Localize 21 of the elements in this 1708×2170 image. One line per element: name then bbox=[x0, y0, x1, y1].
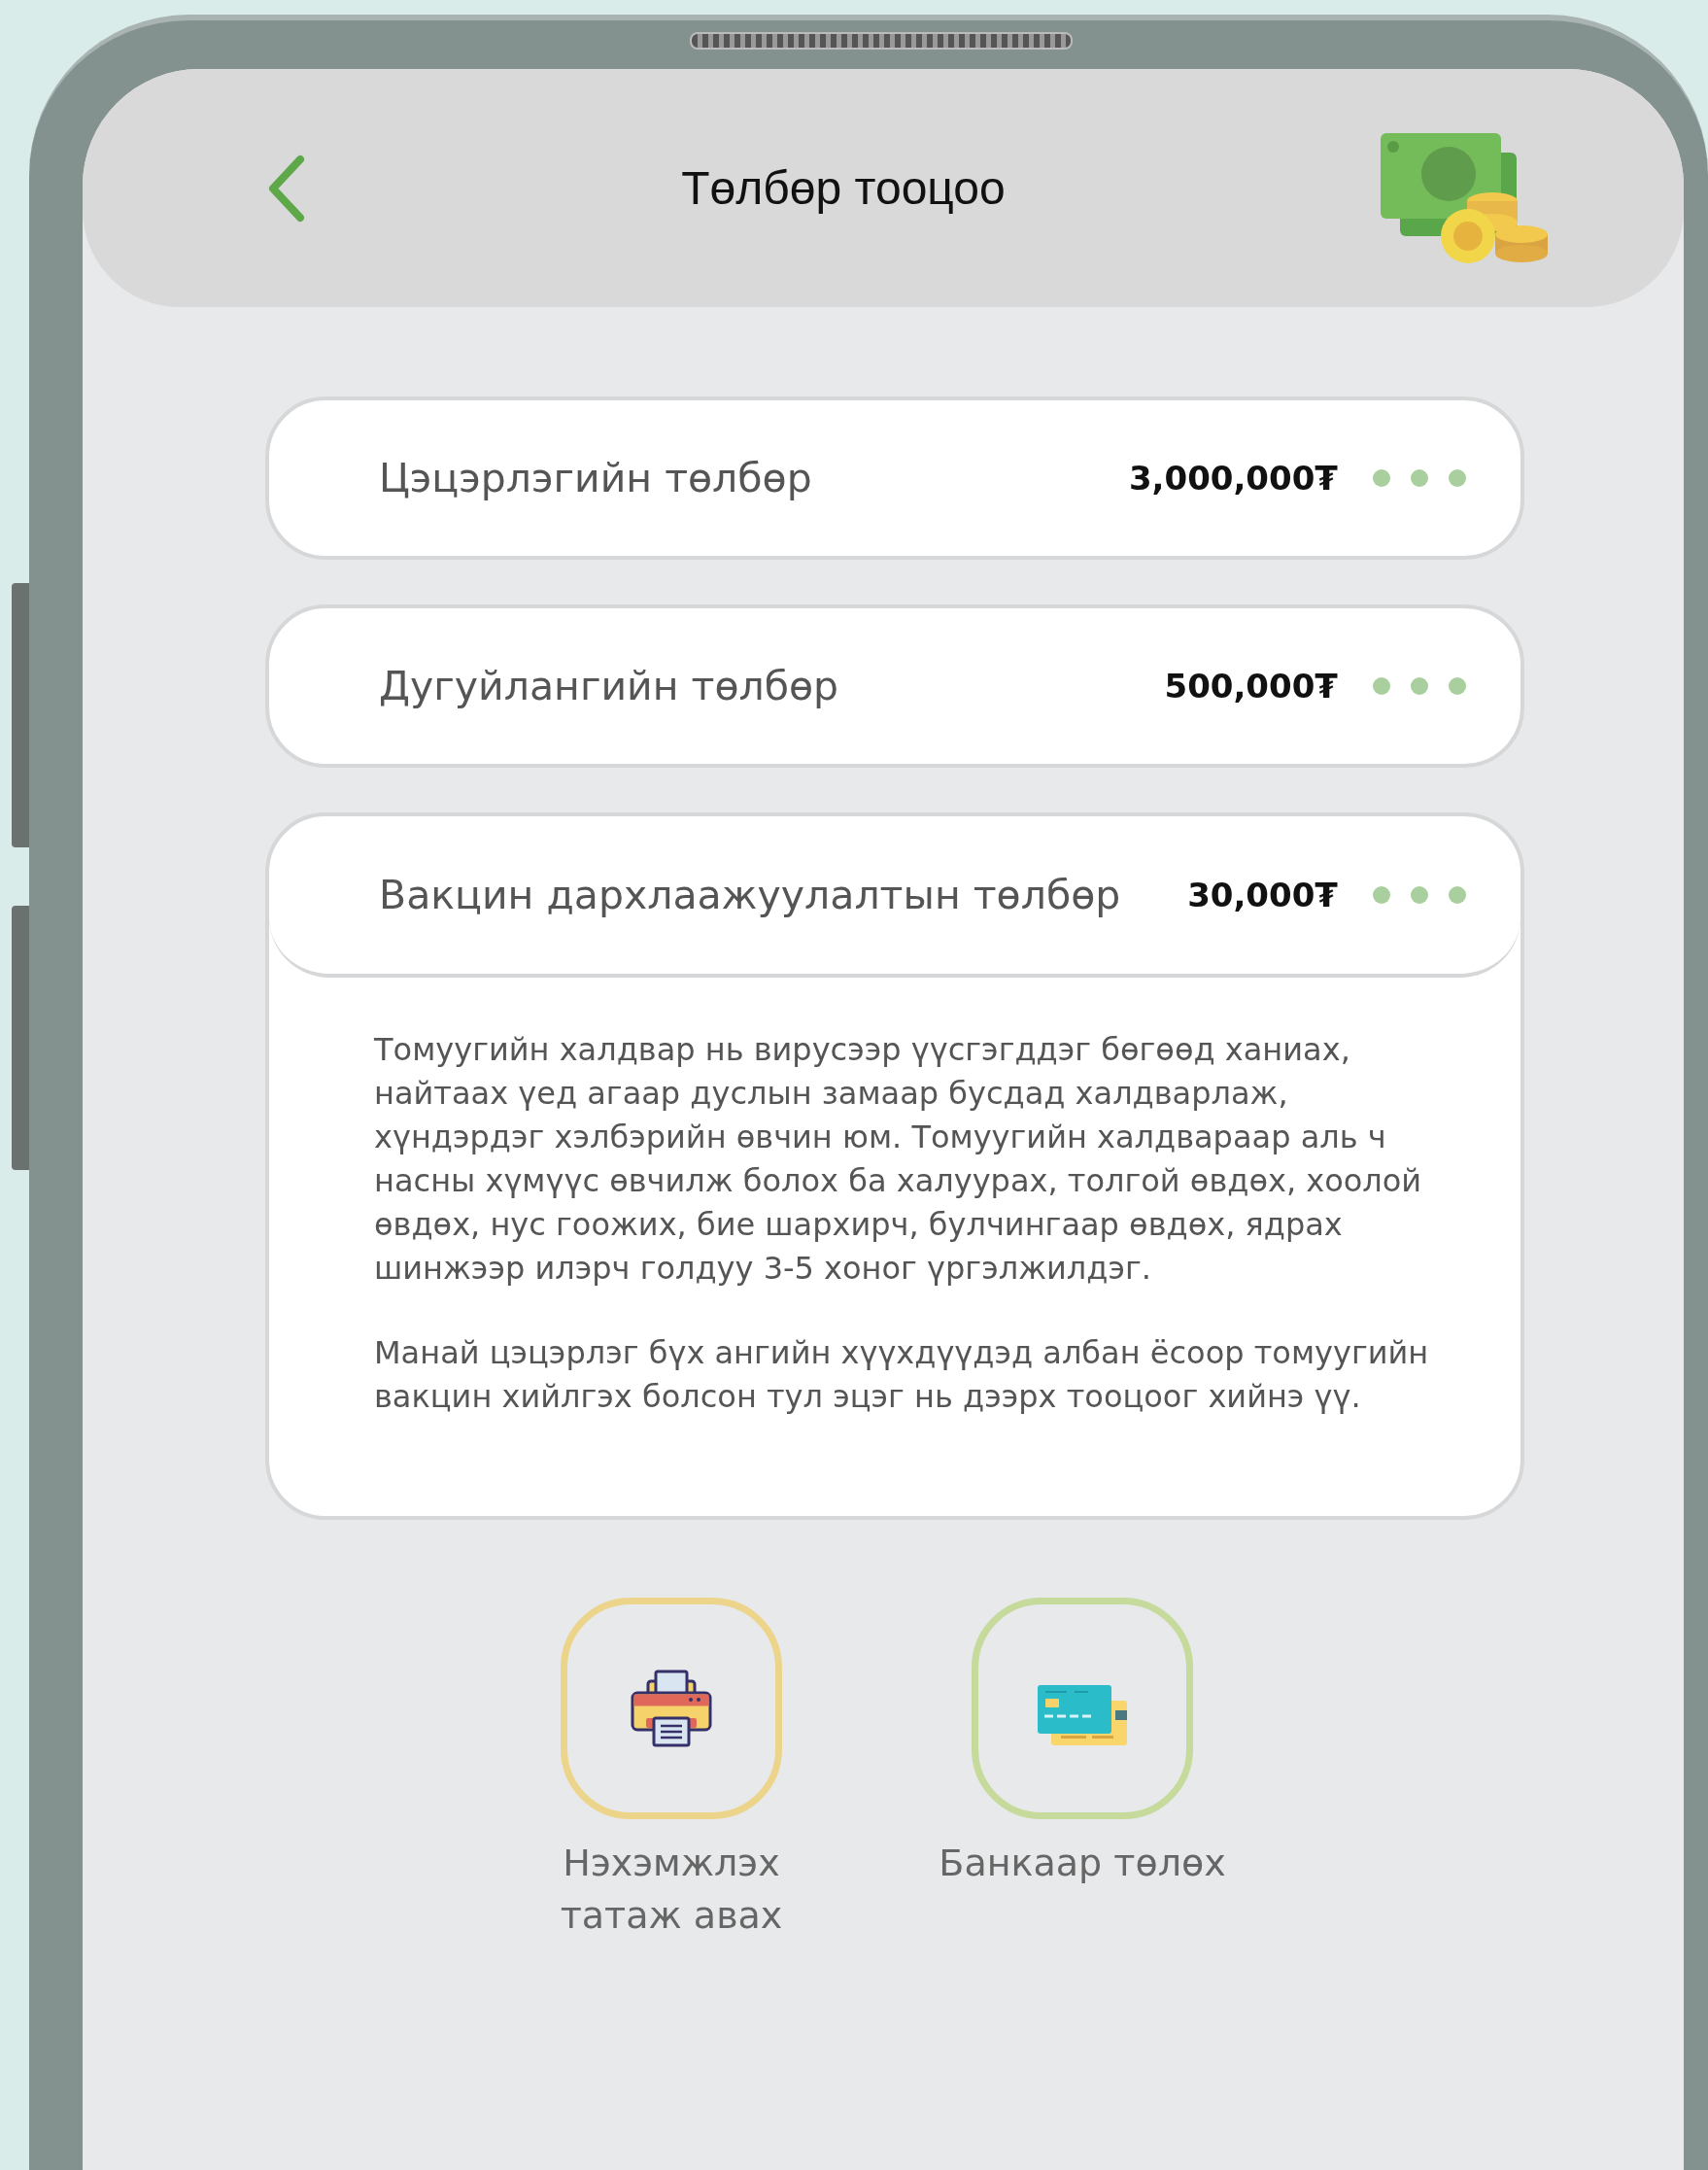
description-text: Манай цэцэрлэг бүх ангийн хүүхдүүдэд албан ёсоор томуугийн вакцин хийлгэх болсон тул эцэг нь дээрх тооцоог хийнэ үү. bbox=[374, 1333, 1430, 1417]
more-icon[interactable] bbox=[1373, 676, 1466, 696]
money-icon bbox=[1381, 132, 1548, 263]
action-button[interactable] bbox=[561, 1598, 782, 1819]
payment-name: Дугуйлангийн төлбөр bbox=[379, 663, 840, 709]
payment-amount: 30,000₮ bbox=[1187, 876, 1338, 914]
printer-icon bbox=[631, 1670, 712, 1747]
payment-amount: 3,000,000₮ bbox=[1128, 459, 1338, 498]
screen-title: Төлбөр тооцоо bbox=[680, 161, 1007, 215]
back-icon[interactable] bbox=[267, 154, 306, 223]
description-text: Томуугийн халдвар нь вирусээр үүсгэгддэг бөгөөд ханиах, найтаах үед агаар дуслын замаар бусдад халдварлаж, хүндэрдэг хэлбэрийн өвчин юм. Томуугийн халдвараар аль ч насны хүмүүс өвчилж болох ба халуурах, толгой өвдөх, хоолой өвдөх, нус гоожих, бие шархирч, булчингаар өвдөх, ядрах шинжээр илэрч голдуу 3-5 хоног үргэлжилдэг. bbox=[374, 1030, 1423, 1289]
payment-name: Вакцин дархлаажуулалтын төлбөр bbox=[379, 872, 1122, 918]
payment-card[interactable] bbox=[265, 812, 1524, 1520]
action-label: Нэхэмжлэх татаж авах bbox=[559, 1841, 784, 1939]
payment-card[interactable]: Дугуйлангийн төлбөр 500,000₮ bbox=[265, 604, 1524, 768]
payment-card[interactable]: Цэцэрлэгийн төлбөр 3,000,000₮ bbox=[265, 396, 1524, 560]
payment-name: Цэцэрлэгийн төлбөр bbox=[379, 455, 813, 501]
payment-amount: 500,000₮ bbox=[1164, 667, 1338, 706]
action-label: Банкаар төлөх bbox=[939, 1841, 1226, 1886]
more-icon[interactable] bbox=[1373, 468, 1466, 488]
more-icon[interactable] bbox=[1373, 885, 1466, 905]
